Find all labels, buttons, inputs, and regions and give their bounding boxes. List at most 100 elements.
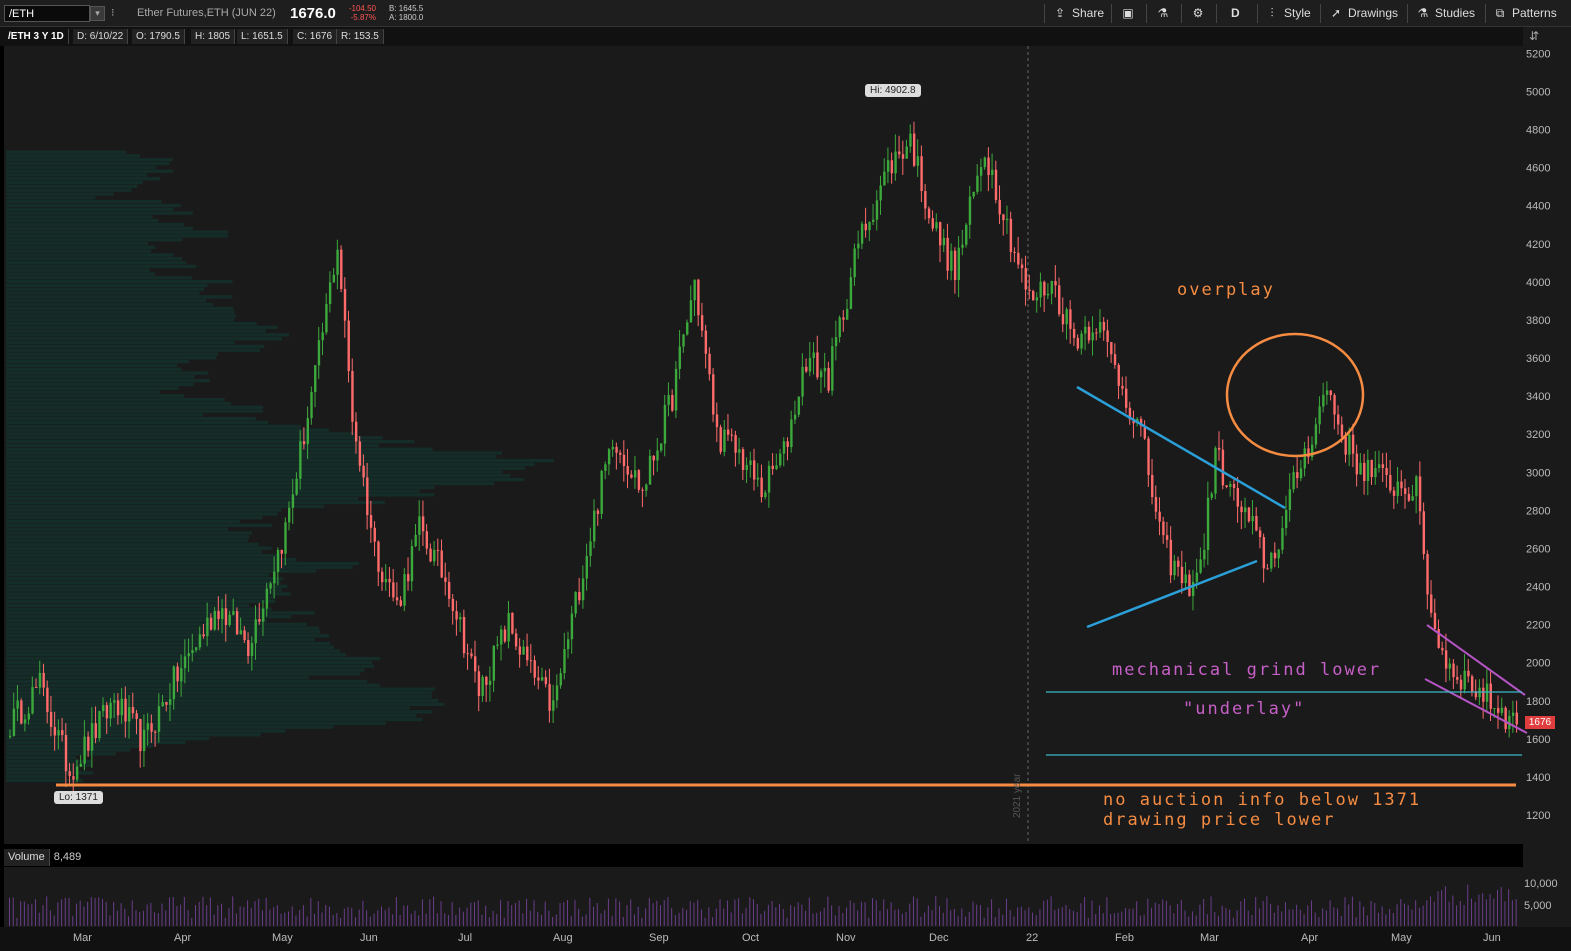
volume-bar — [217, 905, 219, 926]
overplay-annotation[interactable]: overplay — [1177, 280, 1275, 300]
candle-body — [641, 489, 644, 491]
mechanical-annotation[interactable]: mechanical grind lower — [1112, 660, 1381, 680]
volume-bar — [1307, 905, 1309, 926]
volume-bar — [1511, 900, 1513, 926]
candle-body — [284, 522, 287, 554]
underlay-annotation[interactable]: "underlay" — [1183, 699, 1305, 719]
candle-body — [574, 592, 577, 614]
volume-bar — [1497, 889, 1498, 926]
volume-bar — [1470, 898, 1472, 926]
candle-body — [626, 465, 629, 475]
axis-scale-icon[interactable]: ⇵ — [1529, 29, 1539, 43]
candle-body — [466, 653, 469, 655]
volume-bar — [1299, 909, 1301, 926]
candle-body — [648, 455, 652, 485]
candle-body — [831, 346, 834, 391]
candle-body — [593, 510, 596, 542]
volume-bar — [295, 915, 297, 926]
candle-body — [1199, 559, 1202, 573]
candle-body — [142, 729, 146, 752]
candle-body — [232, 611, 235, 615]
volume-bar — [1229, 909, 1231, 926]
volume-bar — [369, 916, 371, 926]
volume-bar — [1191, 911, 1193, 926]
candle-body — [1195, 572, 1199, 582]
profile-bar — [6, 154, 140, 158]
candle-body — [351, 371, 354, 422]
candle-body — [302, 441, 306, 445]
profile-bar — [6, 283, 208, 288]
volume-bar — [180, 904, 182, 926]
candle-body — [518, 646, 522, 655]
profile-bar — [6, 241, 148, 246]
candle-body — [1284, 509, 1288, 529]
volume-bar — [102, 898, 103, 926]
candle-body — [1370, 459, 1373, 478]
price-tick-label: 2400 — [1526, 582, 1550, 594]
volume-bar — [518, 900, 520, 926]
profile-bar — [6, 165, 156, 170]
candle-body — [46, 687, 49, 713]
price-tick-label: 4400 — [1526, 201, 1550, 213]
volume-bar — [968, 911, 970, 926]
volume-label[interactable]: Volume — [4, 849, 50, 866]
profile-bar — [6, 592, 291, 596]
candle-body — [1515, 712, 1518, 725]
profile-bar — [6, 577, 284, 581]
volume-bar — [154, 912, 156, 926]
volume-bar — [105, 901, 107, 926]
candle-body — [667, 395, 670, 405]
profile-bar — [6, 474, 511, 478]
candle-body — [1292, 472, 1295, 490]
volume-bar — [1024, 910, 1026, 926]
candle-body — [868, 221, 871, 231]
candle-body — [979, 167, 983, 176]
profile-bar — [6, 295, 233, 299]
profile-bar — [6, 310, 235, 314]
candle-body — [366, 477, 369, 516]
candle-body — [1493, 708, 1496, 710]
candle-body — [343, 288, 347, 321]
candle-body — [488, 680, 492, 685]
volume-bar — [310, 898, 312, 926]
volume-bar — [827, 896, 829, 926]
candle-body — [563, 649, 566, 674]
candle-body — [957, 247, 960, 281]
no-auction-annotation[interactable]: no auction info below 1371 — [1103, 790, 1421, 810]
volume-bar — [254, 901, 256, 926]
volume-bar — [961, 908, 963, 926]
profile-bar — [6, 222, 184, 227]
profile-bar — [6, 622, 307, 627]
profile-bar — [6, 698, 439, 703]
volume-bar — [1262, 901, 1264, 926]
volume-bar — [1188, 916, 1190, 926]
volume-bar — [886, 909, 888, 926]
profile-bar — [6, 245, 156, 250]
volume-bar — [931, 910, 933, 926]
candle-body — [176, 666, 179, 682]
volume-bar — [488, 917, 490, 926]
candle-body — [362, 465, 365, 478]
candle-body — [611, 446, 615, 450]
profile-bar — [6, 428, 329, 432]
volume-bar — [284, 912, 286, 926]
candle-body — [1177, 560, 1180, 567]
candle-body — [328, 282, 332, 304]
volume-bar — [1043, 900, 1045, 926]
candle-body — [771, 465, 774, 469]
volume-bar — [1344, 897, 1346, 926]
candle-body — [27, 713, 30, 720]
profile-bar — [6, 413, 203, 417]
volume-bar — [1314, 912, 1316, 926]
volume-bar — [1032, 912, 1033, 926]
volume-bar — [976, 904, 978, 926]
drawing-lower-annotation[interactable]: drawing price lower — [1103, 810, 1335, 830]
volume-bar — [1076, 912, 1078, 926]
candle-body — [369, 515, 373, 528]
profile-bar — [6, 656, 381, 661]
profile-bar — [6, 569, 317, 573]
candle-body — [321, 332, 324, 341]
time-axis[interactable] — [0, 927, 1571, 951]
candle-body — [1005, 218, 1009, 221]
volume-bar — [1035, 915, 1037, 926]
